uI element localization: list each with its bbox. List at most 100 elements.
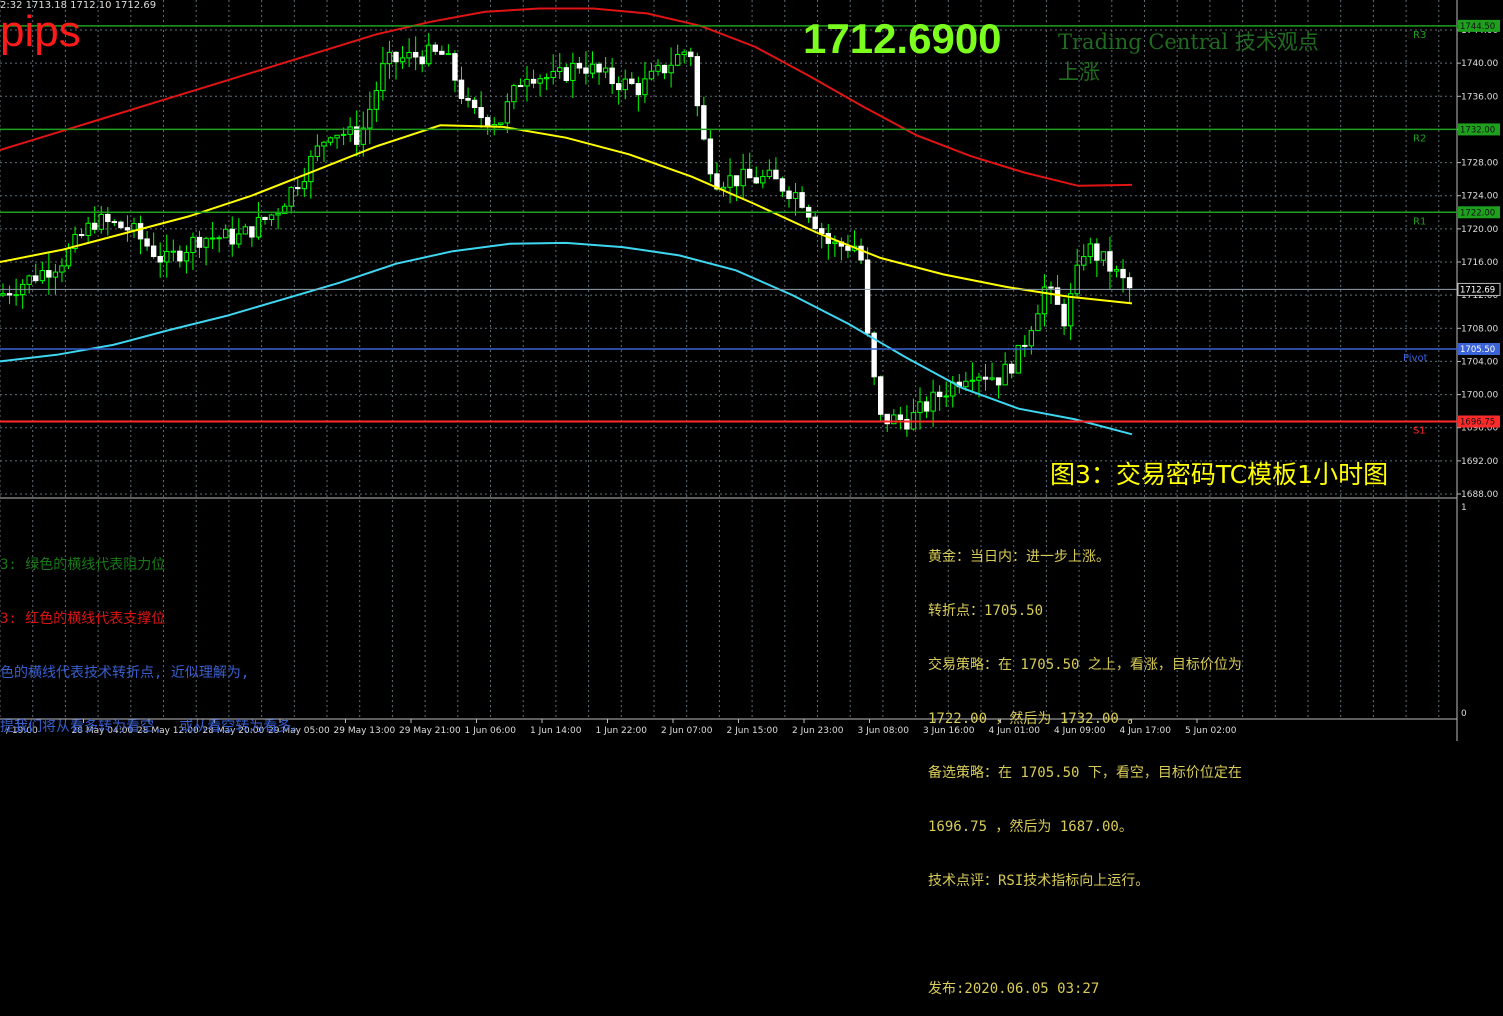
candle-body (930, 391, 936, 412)
candle-body (596, 63, 602, 73)
candle-body (308, 155, 314, 183)
candle-body (1067, 293, 1074, 327)
candle-body (524, 78, 530, 87)
level-tag: 1696.75 (1460, 418, 1495, 428)
candle-body (819, 228, 825, 234)
candle-body (65, 248, 72, 267)
candle-body (563, 67, 569, 81)
candle-body (0, 293, 6, 296)
candle-body (52, 271, 59, 278)
candle-body (570, 62, 576, 81)
candle-body (747, 168, 753, 179)
candle-body (177, 250, 183, 262)
candle-body (537, 78, 543, 84)
x-tick-label: 2 Jun 23:00 (792, 726, 844, 736)
level-legend: 3: 绿色的横线代表阻力位 3: 红色的横线代表支撑位 色的横线代表技术转折点,… (0, 520, 305, 754)
candle-body (648, 70, 655, 80)
candle-body (707, 138, 714, 175)
candle-body (98, 213, 104, 230)
candle-body (1087, 243, 1093, 258)
analysis-line: 黄金：当日内：进一步上涨。 (928, 549, 1110, 565)
candle-body (1041, 286, 1048, 315)
candle-body (897, 414, 904, 420)
level-label-r3: R3 (1413, 30, 1426, 41)
candle-body (406, 51, 412, 59)
level-tag: 1705.50 (1460, 345, 1495, 355)
candle-body (367, 108, 373, 129)
candle-body (1061, 303, 1067, 327)
candle-body (969, 379, 976, 382)
y-tick-label: 1728.00 (1461, 159, 1498, 169)
candle-body (616, 83, 622, 91)
candle-body (39, 270, 45, 282)
candle-body (360, 127, 366, 145)
analysis-line: 1722.00 ，然后为 1732.00 。 (928, 711, 1142, 727)
publish-time: 发布:2020.06.05 03:27 (928, 981, 1100, 997)
analysis-line: 交易策略：在 1705.50 之上，看涨，目标价位为 (928, 657, 1242, 673)
candle-body (26, 275, 32, 285)
candle-body (183, 251, 190, 262)
candle-body (209, 237, 216, 240)
x-tick-label: 29 May 21:00 (399, 726, 461, 736)
candle-body (1107, 251, 1113, 272)
candle-body (622, 78, 628, 91)
figure-caption: 图3：交易密码TC模板1小时图 (1050, 460, 1389, 489)
candle-body (498, 122, 504, 126)
candle-body (471, 99, 478, 109)
candle-body (458, 79, 465, 99)
candle-body (878, 376, 884, 415)
candle-body (203, 237, 209, 248)
candle-body (249, 226, 255, 238)
candle-body (255, 216, 262, 238)
current-price-display: 1712.6900 (803, 15, 1002, 62)
candle-body (943, 395, 949, 398)
candle-body (321, 141, 327, 147)
candle-body (393, 51, 399, 63)
candle-body (543, 77, 550, 80)
candle-body (144, 238, 150, 247)
candle-body (504, 101, 511, 124)
candle-body (773, 169, 779, 180)
analysis-line: 转折点：1705.50 (928, 603, 1044, 619)
candle-body (511, 85, 517, 103)
x-tick-label: 2 Jun 15:00 (727, 726, 779, 736)
candle-body (111, 221, 118, 224)
sub-y-tick-label: 1 (1461, 503, 1467, 513)
candle-body (485, 117, 491, 127)
candle-body (792, 192, 799, 199)
pips-label: pips (0, 7, 81, 56)
analysis-panel: 黄金：当日内：进一步上涨。 转折点：1705.50 交易策略：在 1705.50… (928, 512, 1242, 1016)
legend-pivot: 色的横线代表技术转折点, 近似理解为, (0, 665, 250, 681)
candle-body (779, 178, 786, 192)
candle-body (681, 51, 687, 56)
candle-body (530, 78, 537, 84)
candle-body (760, 176, 766, 184)
candle-body (982, 376, 989, 380)
candle-body (118, 221, 124, 229)
sub-y-tick-label: 0 (1461, 709, 1467, 719)
candle-body (694, 56, 700, 107)
candle-body (478, 107, 484, 119)
y-tick-label: 1688.00 (1461, 490, 1498, 500)
candle-body (589, 63, 596, 74)
candle-body (412, 51, 419, 58)
candle-body (1022, 344, 1028, 347)
candle-body (157, 255, 163, 263)
candle-body (419, 56, 425, 65)
candle-body (334, 134, 340, 139)
candle-body (150, 245, 157, 257)
y-tick-label: 1740.00 (1461, 59, 1498, 69)
candle-body (733, 175, 740, 187)
x-tick-label: 1 Jun 22:00 (596, 726, 648, 736)
candle-body (170, 250, 177, 253)
candle-body (380, 63, 386, 92)
candle-body (517, 85, 524, 88)
candle-body (576, 62, 583, 69)
y-tick-label: 1700.00 (1461, 391, 1498, 401)
tc-direction: 上涨 (1058, 60, 1100, 84)
ma-cyan-line (0, 241, 1133, 436)
candle-body (347, 126, 353, 135)
candle-body (1009, 363, 1015, 374)
candle-body (432, 44, 439, 52)
candle-body (373, 90, 380, 110)
